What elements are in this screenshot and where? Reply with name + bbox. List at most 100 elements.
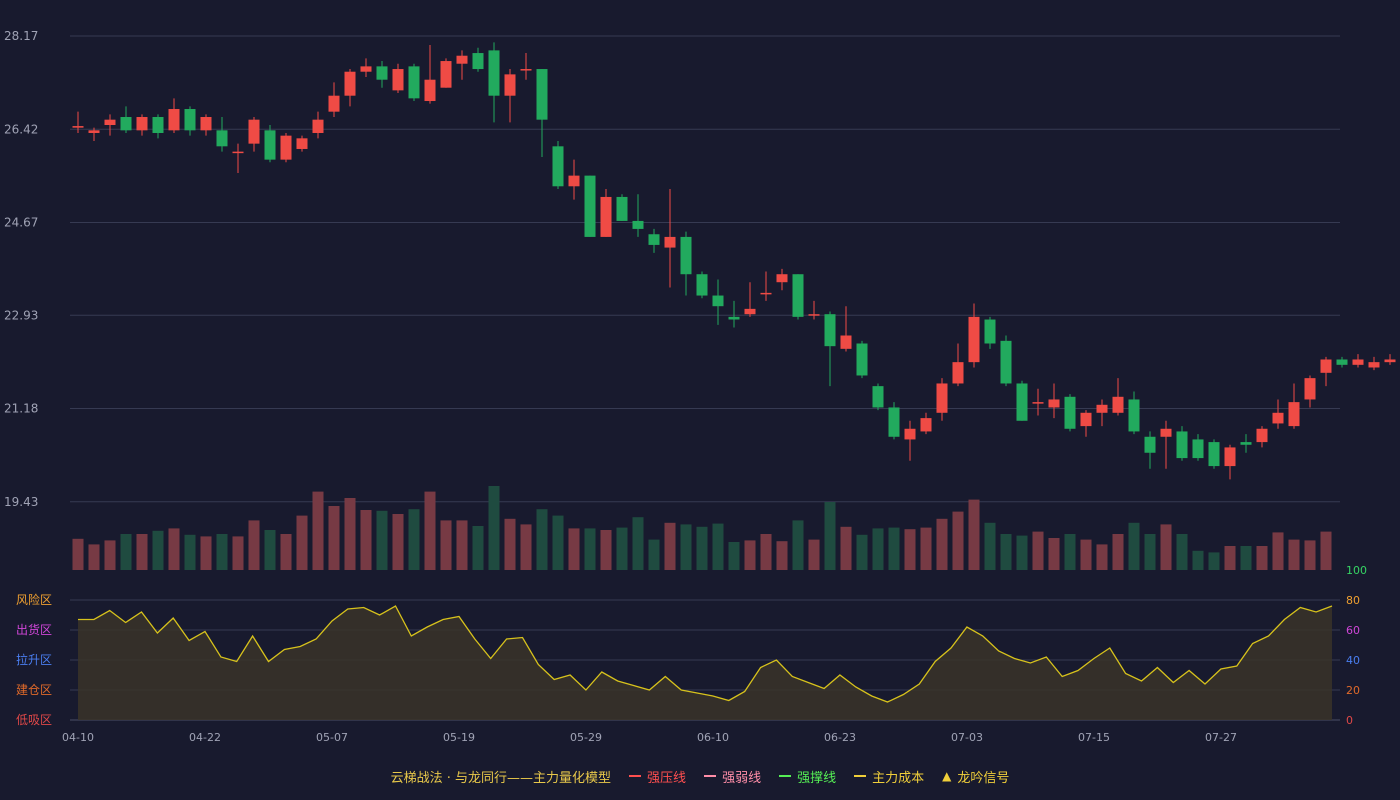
volume-bar (1176, 534, 1188, 570)
candle-body (520, 69, 532, 71)
candle-body (744, 308, 756, 315)
legend-label-strong-pressure: 强压线 (647, 770, 687, 786)
candle-body (984, 319, 996, 344)
volume-bar (344, 498, 356, 570)
volume-bar (648, 539, 660, 570)
price-tick-label: 19.43 (4, 495, 38, 509)
candle-body (952, 362, 964, 384)
candle-body (792, 274, 804, 317)
volume-bar (1144, 534, 1156, 570)
date-tick-label: 04-22 (189, 731, 221, 744)
candle-body (472, 53, 484, 70)
volume-bar (968, 499, 980, 570)
volume-bar (1304, 540, 1316, 570)
candle-body (376, 66, 388, 80)
volume-bar (360, 510, 372, 570)
volume-bar (1064, 534, 1076, 570)
volume-bar (1256, 546, 1268, 570)
legend-label-dragon-signal: 龙吟信号 (957, 770, 1010, 786)
volume-bar (1288, 539, 1300, 570)
volume-bar (1112, 534, 1124, 570)
volume-bar (712, 523, 724, 570)
volume-bar (488, 486, 500, 570)
candle-body (856, 343, 868, 376)
candle-body (456, 55, 468, 64)
volume-bar (1208, 552, 1220, 570)
date-tick-label: 05-19 (443, 731, 475, 744)
legend-item-model-title[interactable]: 云梯战法 · 与龙同行——主力量化模型 (391, 767, 611, 786)
candle-body (568, 175, 580, 187)
candle-body (840, 335, 852, 349)
candle-body (728, 316, 740, 320)
legend-swatch-strong-pressure (629, 775, 642, 777)
volume-bar (472, 526, 484, 570)
candle-body (536, 69, 548, 120)
oscillator-tick-label: 100 (1346, 564, 1367, 577)
legend-item-strong-support[interactable]: 强撑线 (779, 767, 836, 786)
candle-body (184, 109, 196, 131)
price-tick-label: 22.93 (4, 308, 38, 322)
candle-body (1112, 396, 1124, 413)
candle-body (1000, 340, 1012, 384)
legend-item-strong-pressure[interactable]: 强压线 (629, 767, 686, 786)
volume-bar (856, 534, 868, 570)
oscillator-series (78, 605, 1333, 720)
legend-item-dragon-signal[interactable]: ▲ 龙吟信号 (942, 767, 1009, 786)
volume-bar (1016, 535, 1028, 570)
volume-bar (696, 526, 708, 570)
volume-bar (408, 509, 420, 570)
volume-bar (936, 518, 948, 570)
volume-bar (312, 491, 324, 570)
volume-bar (232, 536, 244, 570)
volume-bar (520, 524, 532, 570)
candle-body (264, 130, 276, 160)
candle-body (152, 117, 164, 133)
volume-bar (568, 528, 580, 570)
volume-bar (168, 528, 180, 570)
candle-body (1304, 378, 1316, 400)
candle-body (1208, 442, 1220, 467)
oscillator-area (78, 606, 1332, 720)
volume-bar (328, 506, 340, 570)
candle-body (1240, 442, 1252, 445)
volume-bar (440, 520, 452, 570)
candle-body (968, 316, 980, 363)
volume-bar (216, 534, 228, 570)
candle-body (664, 236, 676, 248)
volume-bar (840, 526, 852, 570)
candle-body (600, 196, 612, 237)
date-tick-label: 05-07 (316, 731, 348, 744)
volume-bar (664, 522, 676, 570)
volume-bar (1080, 539, 1092, 570)
oscillator-tick-label: 40 (1346, 654, 1360, 667)
legend-item-main-cost[interactable]: 主力成本 (854, 767, 924, 786)
legend-label-strong-support: 强撑线 (797, 770, 837, 786)
volume-bar (680, 524, 692, 570)
candle-body (1016, 383, 1028, 421)
volume-bar (392, 514, 404, 570)
volume-bar (552, 515, 564, 570)
candle-body (696, 274, 708, 296)
volume-bar (504, 518, 516, 570)
price-tick-label: 21.18 (4, 402, 38, 416)
candle-body (104, 119, 116, 125)
candle-body (1368, 362, 1380, 368)
volume-bar (952, 511, 964, 570)
legend-item-strength-line[interactable]: 强弱线 (704, 767, 761, 786)
candle-body (344, 71, 356, 96)
candle-body (248, 119, 260, 144)
candle-body (280, 135, 292, 160)
volume-bar (1272, 532, 1284, 570)
date-tick-label: 05-29 (570, 731, 602, 744)
legend-model-title: 云梯战法 · 与龙同行——主力量化模型 (390, 770, 612, 786)
candle-body (1336, 359, 1348, 365)
date-tick-label: 07-27 (1205, 731, 1237, 744)
price-tick-label: 28.17 (4, 29, 38, 43)
legend-label-main-cost: 主力成本 (872, 770, 925, 786)
candle-body (872, 386, 884, 408)
volume-bars (72, 486, 1332, 570)
oscillator-tick-label: 80 (1346, 594, 1360, 607)
candle-body (904, 428, 916, 440)
candle-body (808, 314, 820, 316)
oscillator-tick-label: 0 (1346, 714, 1353, 727)
